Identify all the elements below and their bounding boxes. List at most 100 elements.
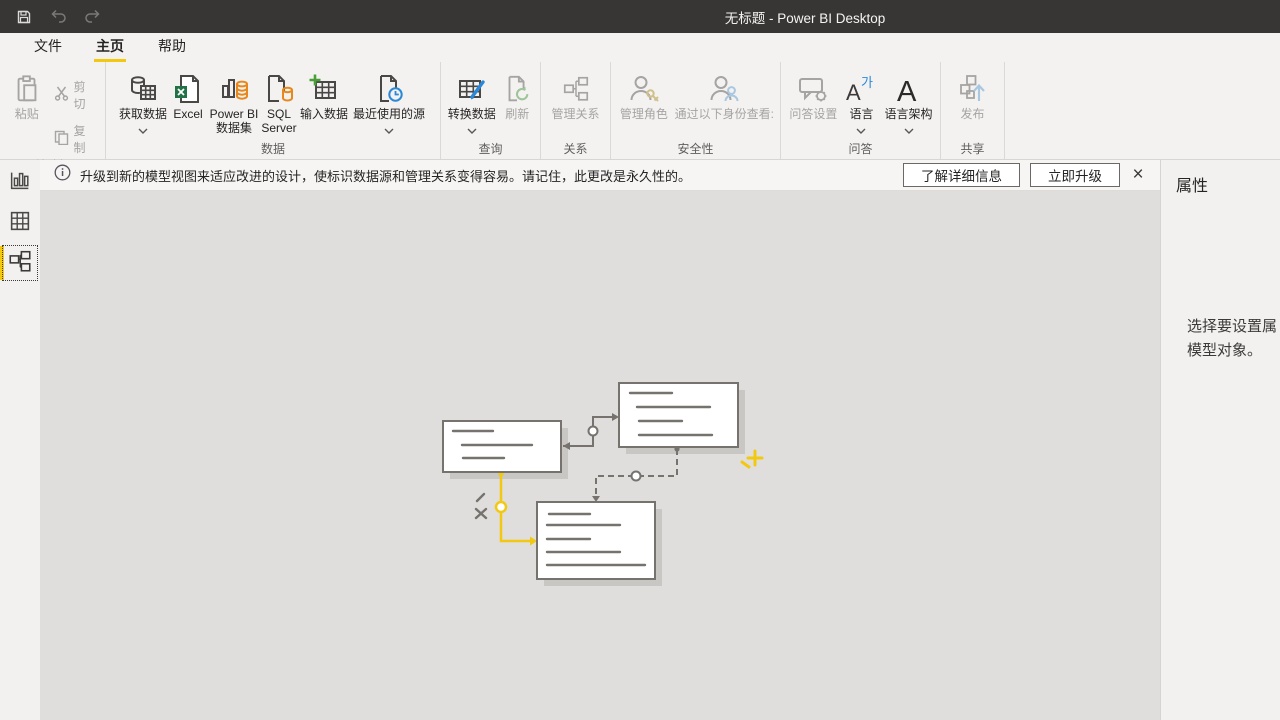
- data-view-icon: [7, 208, 33, 239]
- qa-setup-button[interactable]: 问答设置: [785, 66, 842, 121]
- transform-data-button[interactable]: 转换数据: [445, 66, 498, 137]
- small-button-column: 剪切 复制: [50, 66, 101, 158]
- excel-button[interactable]: Excel: [168, 66, 208, 121]
- undo-icon[interactable]: [48, 7, 68, 27]
- ribbon-group: 发布共享: [941, 62, 1005, 159]
- button-label: 语言架构: [885, 107, 933, 121]
- close-icon[interactable]: ×: [1126, 163, 1150, 187]
- quick-access-toolbar: [14, 0, 102, 33]
- sidebar-item-model-view[interactable]: [0, 243, 40, 283]
- tab-home[interactable]: 主页: [86, 32, 134, 62]
- enter-data-button[interactable]: 输入数据: [298, 66, 350, 121]
- chevron-down-icon: [467, 123, 477, 137]
- button-label: 数据集: [216, 121, 252, 135]
- refresh-button[interactable]: 刷新: [498, 66, 536, 121]
- button-label: 管理关系: [551, 107, 599, 121]
- sidebar-item-data-view[interactable]: [0, 203, 40, 243]
- button-label: 问答设置: [789, 107, 837, 121]
- center-column: 升级到新的模型视图来适应改进的设计，使标识数据源和管理关系变得容易。请记住，此更…: [40, 160, 1160, 720]
- svg-text:가: 가: [861, 75, 873, 90]
- ribbon-group: 问答设置 A 가语言 A语言架构问答: [781, 62, 941, 159]
- properties-hint: 选择要设置属 模型对象。: [1187, 315, 1277, 363]
- info-icon: [54, 164, 71, 186]
- ribbon-group: 管理关系关系: [541, 62, 611, 159]
- notification-message: 升级到新的模型视图来适应改进的设计，使标识数据源和管理关系变得容易。请记住，此更…: [80, 166, 893, 185]
- copy-icon: [54, 130, 69, 148]
- get-data-button[interactable]: 获取数据: [118, 66, 168, 137]
- view-switcher-rail: [0, 160, 40, 720]
- linguistic-schema-icon: A: [893, 71, 925, 107]
- cut-button[interactable]: 剪切: [50, 76, 101, 114]
- report-view-icon: [7, 168, 33, 199]
- ribbon-group: 转换数据 刷新查询: [441, 62, 541, 159]
- linguistic-schema-button[interactable]: A语言架构: [881, 66, 936, 137]
- model-empty-state-illustration: [40, 191, 1160, 719]
- publish-button[interactable]: 发布: [953, 66, 993, 121]
- button-label: Power BI: [210, 107, 259, 121]
- transform-data-icon: [456, 71, 488, 107]
- button-label: 输入数据: [300, 107, 348, 121]
- button-label: 最近使用的源: [353, 107, 425, 121]
- sql-server-button[interactable]: SQLServer: [260, 66, 298, 135]
- ribbon-group: 获取数据 Excel Power BI数据集 SQLServer 输入数据 最近…: [106, 62, 441, 159]
- paste-button[interactable]: 粘贴: [4, 66, 50, 121]
- properties-title: 属性: [1176, 172, 1208, 196]
- upgrade-notification-bar: 升级到新的模型视图来适应改进的设计，使标识数据源和管理关系变得容易。请记住，此更…: [40, 160, 1160, 191]
- ribbon-tab-row: 文件 主页 帮助: [0, 33, 1280, 62]
- chevron-down-icon: [856, 123, 866, 137]
- button-label: 发布: [960, 107, 984, 121]
- manage-relationships-button[interactable]: 管理关系: [547, 66, 605, 121]
- powerbi-dataset-icon: [218, 71, 250, 107]
- ribbon-group: 粘贴 剪切 复制剪贴板: [0, 62, 106, 159]
- excel-icon: [172, 71, 204, 107]
- svg-text:A: A: [846, 80, 861, 105]
- recent-sources-icon: [373, 71, 405, 107]
- button-label: 复制: [74, 122, 97, 156]
- chevron-down-icon: [138, 123, 148, 137]
- publish-icon: [957, 71, 989, 107]
- refresh-icon: [502, 71, 532, 107]
- properties-panel: 属性 选择要设置属 模型对象。: [1160, 160, 1280, 720]
- button-label: Server: [261, 121, 296, 135]
- enter-data-icon: [308, 71, 340, 107]
- tab-file[interactable]: 文件: [24, 32, 72, 62]
- cut-icon: [54, 86, 69, 104]
- chevron-down-icon: [384, 123, 394, 137]
- chevron-down-icon: [904, 123, 914, 137]
- ribbon-group-label: 共享: [941, 141, 1004, 159]
- window-title: 无标题 - Power BI Desktop: [725, 0, 886, 33]
- view-as-button[interactable]: 通过以下身份查看:: [673, 66, 776, 121]
- copy-button[interactable]: 复制: [50, 120, 101, 158]
- powerbi-desktop-window: 无标题 - Power BI Desktop 文件 主页 帮助 粘贴 剪切 复制…: [0, 0, 1280, 720]
- manage-roles-icon: [628, 71, 660, 107]
- get-data-icon: [127, 71, 159, 107]
- button-label: 刷新: [505, 107, 529, 121]
- properties-hint-line1: 选择要设置属: [1187, 315, 1277, 339]
- button-label: 通过以下身份查看:: [675, 107, 774, 121]
- tab-help[interactable]: 帮助: [148, 32, 196, 62]
- content-area: 升级到新的模型视图来适应改进的设计，使标识数据源和管理关系变得容易。请记住，此更…: [0, 160, 1280, 720]
- titlebar: 无标题 - Power BI Desktop: [0, 0, 1280, 33]
- ribbon: 粘贴 剪切 复制剪贴板 获取数据 Excel Power BI数据集 SQLSe…: [0, 62, 1280, 160]
- button-label: SQL: [267, 107, 291, 121]
- model-view-icon: [7, 248, 33, 279]
- powerbi-dataset-button[interactable]: Power BI数据集: [208, 66, 260, 135]
- paste-icon: [12, 71, 42, 107]
- recent-sources-button[interactable]: 最近使用的源: [350, 66, 428, 137]
- sidebar-item-report-view[interactable]: [0, 163, 40, 203]
- ribbon-group-label: 查询: [441, 141, 540, 159]
- button-label: 管理角色: [620, 107, 668, 121]
- save-icon[interactable]: [14, 7, 34, 27]
- view-as-icon: [708, 71, 740, 107]
- ribbon-group-label: 安全性: [611, 141, 780, 159]
- button-label: 剪切: [74, 78, 97, 112]
- language-button[interactable]: A 가语言: [842, 66, 881, 137]
- redo-icon[interactable]: [82, 7, 102, 27]
- upgrade-now-button[interactable]: 立即升级: [1030, 163, 1120, 187]
- ribbon-group-label: 关系: [541, 141, 610, 159]
- model-view-canvas[interactable]: [40, 191, 1160, 720]
- learn-more-button[interactable]: 了解详细信息: [903, 163, 1020, 187]
- manage-roles-button[interactable]: 管理角色: [615, 66, 673, 121]
- language-icon: A 가: [845, 71, 877, 107]
- ribbon-group-label: 数据: [106, 141, 440, 159]
